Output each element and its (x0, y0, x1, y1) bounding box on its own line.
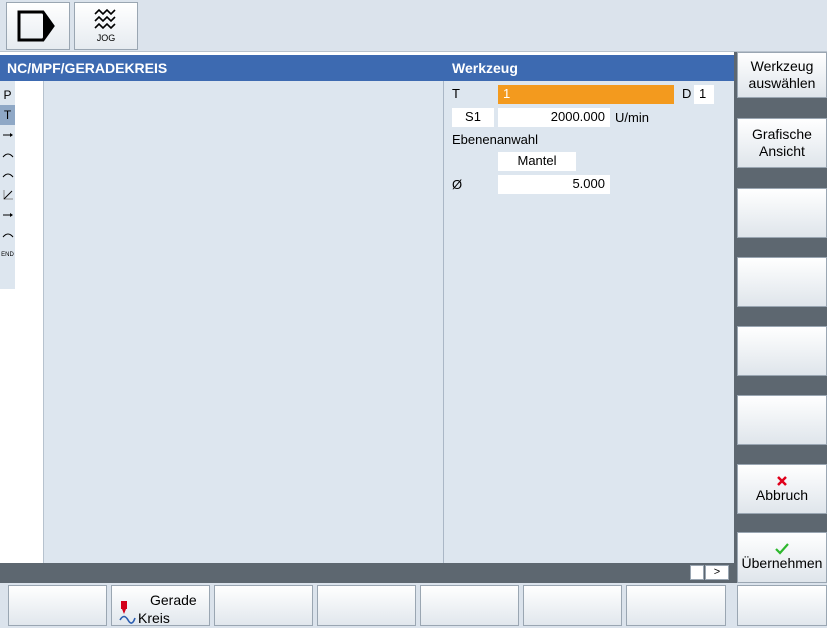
vertical-softkey-6[interactable] (737, 395, 827, 445)
step-tool[interactable]: T (0, 105, 15, 125)
step-end[interactable]: END (0, 245, 15, 265)
tool-d-field[interactable]: 1 (694, 85, 714, 104)
jog-mode-button[interactable]: JOG (74, 2, 138, 50)
line-circle-button[interactable]: Gerade Kreis (111, 585, 210, 626)
vertical-softkey-4[interactable] (737, 257, 827, 307)
step-circle[interactable] (0, 165, 15, 185)
tool-t-label: T (452, 86, 460, 101)
jog-wave-icon (94, 9, 116, 30)
plane-select-field[interactable]: Mantel (498, 152, 576, 171)
vertical-softkey-bar: Werkzeug auswählen Grafische Ansicht Abb… (734, 52, 827, 583)
graphic-view-button[interactable]: Grafische Ansicht (737, 118, 827, 168)
check-icon (775, 543, 789, 555)
arc-icon (2, 233, 13, 238)
jog-label: JOG (96, 33, 116, 43)
step-strip: P T END (0, 81, 44, 563)
editor-area: P T END T 1 D 1 S1 2000.000 U/min Ebenen… (0, 81, 734, 563)
step-program-header[interactable]: P (0, 85, 15, 105)
status-bar (0, 563, 734, 583)
panel-title: Werkzeug (452, 60, 518, 76)
vertical-softkey-3[interactable] (737, 188, 827, 238)
horizontal-softkey-6[interactable] (523, 585, 622, 626)
editor-header: NC/MPF/GERADEKREIS Werkzeug (0, 55, 734, 81)
horizontal-softkey-4[interactable] (317, 585, 416, 626)
diameter-field[interactable]: 5.000 (498, 175, 610, 194)
tool-t-field[interactable]: 1 (498, 85, 674, 104)
diameter-label: Ø (452, 177, 463, 192)
accept-button[interactable]: Übernehmen (737, 532, 827, 583)
vertical-softkey-5[interactable] (737, 326, 827, 376)
horizontal-softkey-5[interactable] (420, 585, 519, 626)
horizontal-softkey-3[interactable] (214, 585, 313, 626)
arc-icon (2, 173, 13, 178)
line-circle-label-2: Kreis (138, 610, 170, 626)
horizontal-softkey-8[interactable] (737, 585, 827, 626)
next-page-button[interactable]: > (705, 565, 729, 580)
line-arrow-icon (2, 213, 13, 217)
spindle-unit: U/min (615, 110, 649, 125)
line-circle-label-1: Gerade (150, 592, 197, 608)
step-column: P T END (0, 81, 15, 289)
diagonal-line-icon (3, 190, 13, 200)
tool-parameter-panel: T 1 D 1 S1 2000.000 U/min Ebenenanwahl M… (444, 81, 734, 563)
arc-icon (2, 153, 13, 158)
step-circle[interactable] (0, 145, 15, 165)
spindle-select[interactable]: S1 (452, 108, 494, 127)
menu-select-icon (17, 10, 55, 42)
step-circle[interactable] (0, 225, 15, 245)
line-arrow-icon (2, 133, 13, 137)
cancel-button[interactable]: Abbruch (737, 464, 827, 514)
step-line[interactable] (0, 125, 15, 145)
line-circle-icon (119, 601, 136, 624)
horizontal-softkey-7[interactable] (626, 585, 726, 626)
plane-select-label: Ebenenanwahl (452, 132, 539, 147)
top-bar: JOG (0, 0, 827, 52)
step-diagonal[interactable] (0, 185, 15, 205)
horizontal-softkey-1[interactable] (8, 585, 107, 626)
tool-d-label: D (682, 86, 692, 101)
horizontal-softkey-bar: Gerade Kreis (0, 583, 827, 628)
spindle-speed-field[interactable]: 2000.000 (498, 108, 610, 127)
cancel-x-icon (777, 475, 787, 486)
select-tool-button[interactable]: Werkzeug auswählen (737, 52, 827, 98)
menu-select-button[interactable] (6, 2, 70, 50)
program-path: NC/MPF/GERADEKREIS (7, 60, 168, 76)
step-line[interactable] (0, 205, 15, 225)
scroll-indicator[interactable] (690, 565, 704, 580)
